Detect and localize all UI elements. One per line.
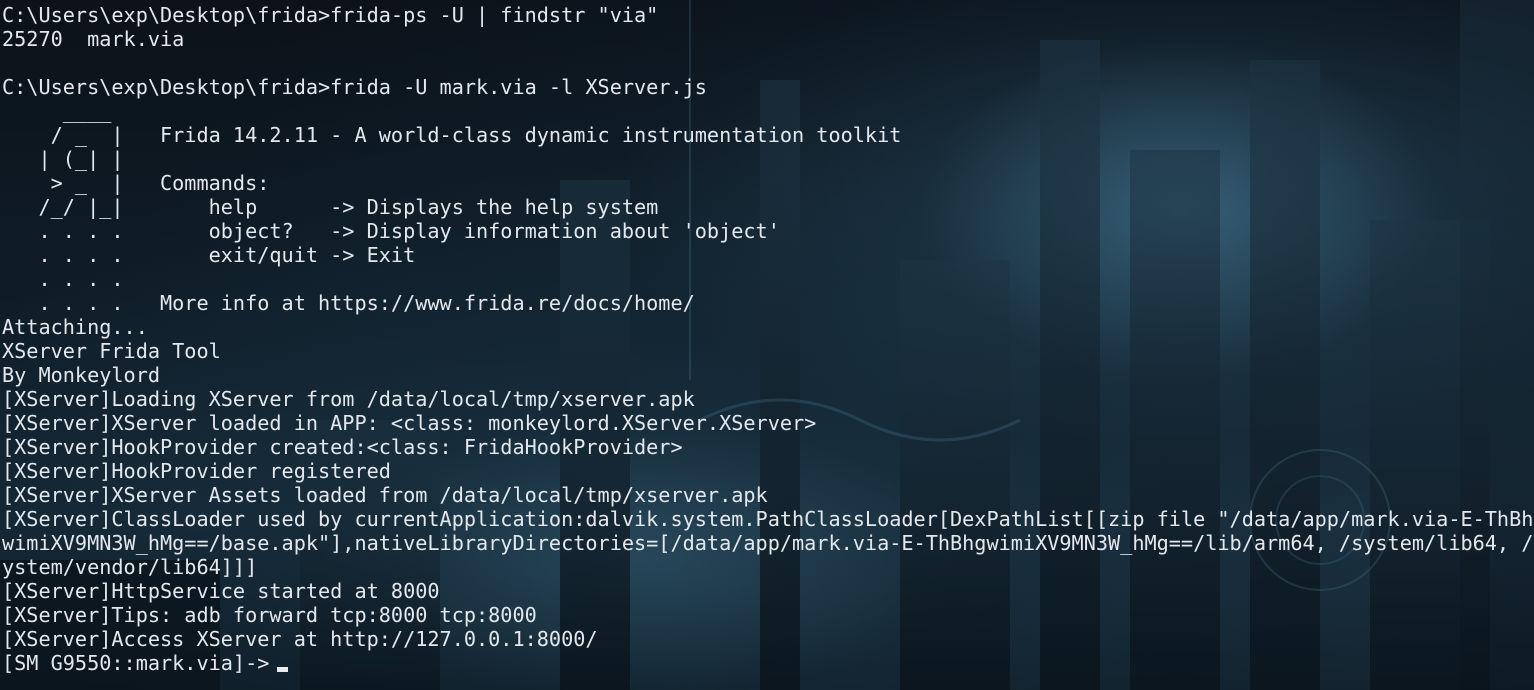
terminal-line: By Monkeylord <box>2 363 161 387</box>
frida-logo-line: | (_| | <box>2 147 124 171</box>
terminal-line: /_/ |_| help -> Displays the help system <box>2 195 659 219</box>
frida-logo-line: ____ <box>2 99 112 123</box>
terminal-line: ystem/vendor/lib64]]] <box>2 555 258 579</box>
terminal-line: > _ | Commands: <box>2 171 270 195</box>
terminal-line: [XServer]Tips: adb forward tcp:8000 tcp:… <box>2 603 537 627</box>
terminal-line: [XServer]HttpService started at 8000 <box>2 579 440 603</box>
terminal-line: C:\Users\exp\Desktop\frida>frida-ps -U |… <box>2 3 659 27</box>
terminal-line: . . . . More info at https://www.frida.r… <box>2 291 695 315</box>
terminal-line: [XServer]Loading XServer from /data/loca… <box>2 387 695 411</box>
text-cursor <box>277 667 288 672</box>
terminal-line: C:\Users\exp\Desktop\frida>frida -U mark… <box>2 75 707 99</box>
terminal-line: [XServer]XServer Assets loaded from /dat… <box>2 483 768 507</box>
terminal-line: / _ | Frida 14.2.11 - A world-class dyna… <box>2 123 902 147</box>
terminal-line: . . . . object? -> Display information a… <box>2 219 780 243</box>
terminal-line: 25270 mark.via <box>2 27 185 51</box>
terminal-line: [XServer]HookProvider created:<class: Fr… <box>2 435 683 459</box>
terminal-line: [XServer]HookProvider registered <box>2 459 391 483</box>
terminal-line: Attaching... <box>2 315 148 339</box>
terminal-line: XServer Frida Tool <box>2 339 221 363</box>
terminal-line: [XServer]XServer loaded in APP: <class: … <box>2 411 817 435</box>
terminal-window[interactable]: C:\Users\exp\Desktop\frida>frida-ps -U |… <box>0 0 1534 690</box>
terminal-output: C:\Users\exp\Desktop\frida>frida-ps -U |… <box>0 0 1534 690</box>
terminal-line: wimiXV9MN3W_hMg==/base.apk"],nativeLibra… <box>2 531 1534 555</box>
terminal-prompt[interactable]: [SM G9550::mark.via]-> <box>2 651 282 675</box>
terminal-line: [XServer]ClassLoader used by currentAppl… <box>2 507 1534 531</box>
frida-logo-line: . . . . <box>2 267 124 291</box>
terminal-line: [XServer]Access XServer at http://127.0.… <box>2 627 598 651</box>
terminal-line: . . . . exit/quit -> Exit <box>2 243 416 267</box>
